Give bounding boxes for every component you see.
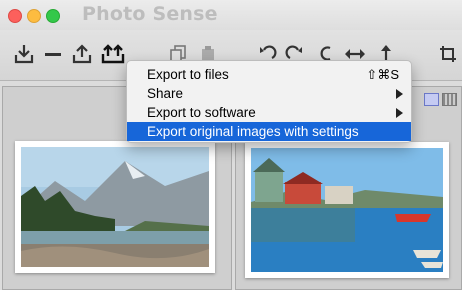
menu-item-share[interactable]: Share [127, 84, 411, 103]
window-title: Photo Sense [82, 3, 218, 25]
remove-icon[interactable] [41, 42, 65, 66]
menu-item-label: Share [147, 86, 184, 101]
export-multiple-icon[interactable] [101, 42, 125, 66]
thumbnail-harbor[interactable] [245, 142, 449, 278]
menu-item-export-original-with-settings[interactable]: Export original images with settings [127, 122, 411, 141]
submenu-arrow-icon [396, 89, 403, 99]
export-icon[interactable] [70, 42, 94, 66]
import-icon[interactable] [12, 42, 36, 66]
menu-item-export-to-software[interactable]: Export to software [127, 103, 411, 122]
maximize-button[interactable] [46, 9, 60, 23]
menu-item-label: Export to software [147, 105, 256, 120]
grid-view-icon[interactable] [424, 93, 439, 106]
submenu-arrow-icon [396, 108, 403, 118]
minimize-button[interactable] [27, 9, 41, 23]
thumbnail-mountain-lake[interactable] [15, 141, 215, 273]
crop-icon[interactable] [436, 42, 460, 66]
menu-item-label: Export to files [147, 67, 229, 82]
shortcut-label: ⇧⌘S [366, 67, 399, 82]
view-mode-switch [424, 93, 457, 106]
filmstrip-view-icon[interactable] [442, 93, 457, 106]
menu-item-export-to-files[interactable]: Export to files ⇧⌘S [127, 65, 411, 84]
app-window: Photo Sense Export to files ⇧⌘S Share Ex… [0, 0, 462, 290]
close-button[interactable] [8, 9, 22, 23]
title-bar: Photo Sense [0, 0, 462, 30]
menu-item-label: Export original images with settings [147, 124, 359, 139]
export-menu: Export to files ⇧⌘S Share Export to soft… [126, 60, 412, 143]
